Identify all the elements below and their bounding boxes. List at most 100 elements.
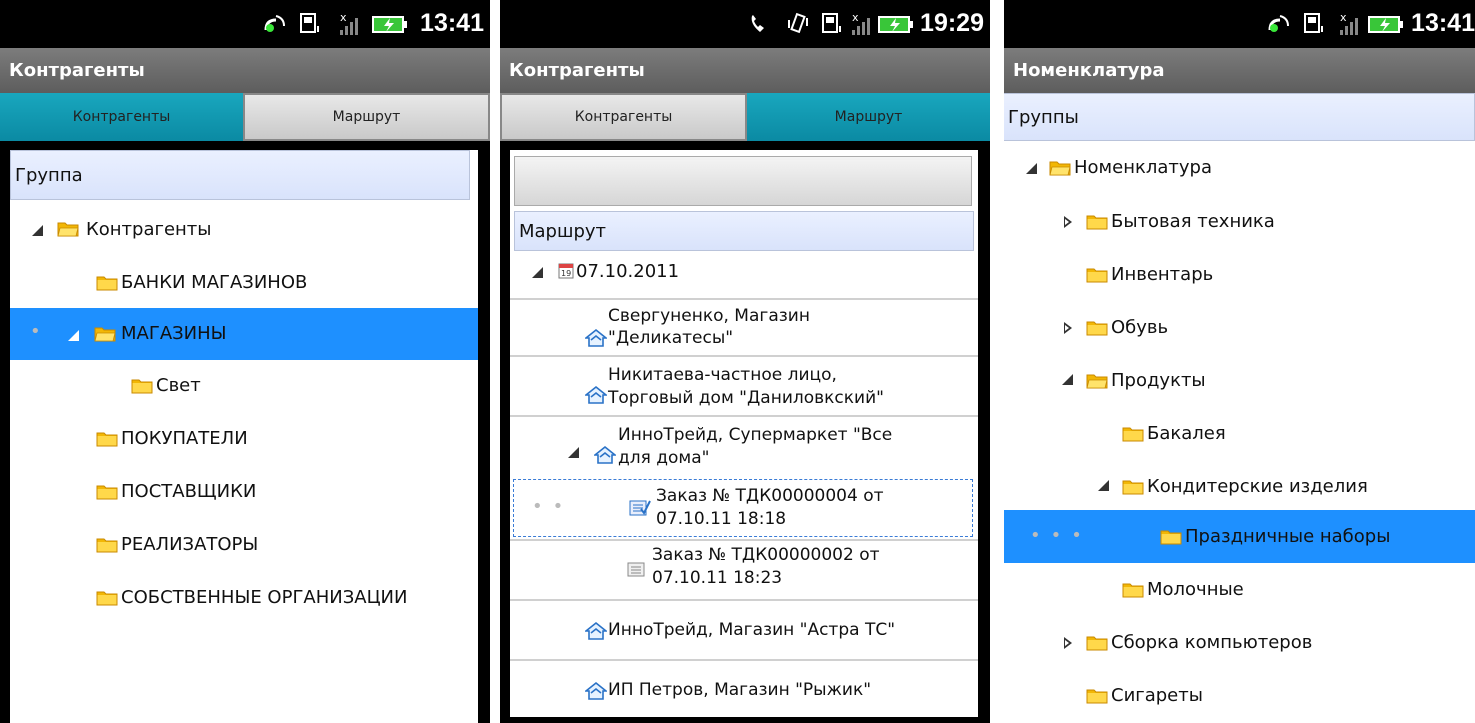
expanded-arrow-icon[interactable] <box>568 447 579 458</box>
client-house-icon <box>585 621 607 641</box>
folder-icon <box>96 274 118 291</box>
order-line1: Заказ № ТДК00000002 от <box>652 545 880 565</box>
expanded-arrow-icon[interactable] <box>532 267 543 278</box>
folder-icon <box>96 430 118 447</box>
sd-card-icon <box>1304 12 1324 40</box>
tree-item-label: Бакалея <box>1147 423 1226 444</box>
route-item-line1: Никитаева-частное лицо, <box>608 365 837 385</box>
tree-item-label: Сигареты <box>1111 685 1203 706</box>
route-item-line1: Свергуненко, Магазин <box>608 306 810 326</box>
tree-item[interactable]: Инвентарь <box>1004 248 1475 301</box>
route-item-line2: "Деликатесы" <box>608 328 734 348</box>
tree-item-label: ПОСТАВЩИКИ <box>121 481 257 502</box>
folder-open-icon <box>94 325 116 342</box>
route-item-line2: для дома" <box>618 448 710 468</box>
signal-icon: x <box>850 11 872 40</box>
route-item[interactable]: ИнноТрейд, Магазин "Астра ТС" <box>510 601 978 659</box>
signal-icon: x <box>1338 11 1360 40</box>
tree-item-label: Сборка компьютеров <box>1111 632 1313 653</box>
clock: 19:29 <box>920 9 984 37</box>
route-item-line2: Торговый дом "Даниловкский" <box>608 388 884 408</box>
tree-item-label: Праздничные наборы <box>1185 526 1391 547</box>
expanded-arrow-icon[interactable] <box>1098 480 1109 491</box>
tree-item[interactable]: БАНКИ МАГАЗИНОВ <box>10 257 478 309</box>
indent-dots: • <box>30 321 51 342</box>
svg-text:x: x <box>340 12 347 24</box>
wifi-phone-icon <box>262 12 288 40</box>
folder-icon <box>1122 478 1144 495</box>
folder-icon <box>1086 634 1108 651</box>
tree-item-root[interactable]: Номенклатура <box>1004 143 1475 195</box>
window-title: Контрагенты <box>500 48 990 93</box>
tree-item[interactable]: Сборка компьютеров <box>1004 616 1475 669</box>
tree-item[interactable]: Кондитерские изделия <box>1004 460 1475 513</box>
nomenclature-tree-panel: Группы Номенклатура Бытовая техника Инве… <box>1004 93 1475 723</box>
tree-item-label: БАНКИ МАГАЗИНОВ <box>121 272 308 293</box>
groups-header: Группы <box>1004 93 1475 141</box>
collapsed-arrow-icon[interactable] <box>1064 216 1072 228</box>
sd-card-icon <box>822 12 842 40</box>
route-item-line1: ИнноТрейд, Магазин "Астра ТС" <box>608 620 896 640</box>
order-line2: 07.10.11 18:18 <box>656 509 787 529</box>
tree-item[interactable]: Сигареты <box>1004 669 1475 722</box>
folder-open-icon <box>57 220 79 237</box>
expanded-arrow-icon[interactable] <box>1026 163 1037 174</box>
tree-item[interactable]: ПОКУПАТЕЛИ <box>10 413 478 465</box>
window-title: Номенклатура <box>1004 48 1475 93</box>
route-item[interactable]: ИП Петров, Магазин "Рыжик" <box>510 661 978 717</box>
status-bar: x 13:41 <box>1004 0 1475 48</box>
tab-counterparties[interactable]: Контрагенты <box>0 93 243 141</box>
collapsed-arrow-icon[interactable] <box>1064 322 1072 334</box>
screen-route: x 19:29 Контрагенты Контрагенты Маршрут … <box>500 0 990 723</box>
route-item[interactable]: Свергуненко, Магазин "Деликатесы" <box>510 300 978 355</box>
tree-item-selected[interactable]: • МАГАЗИНЫ <box>10 308 478 360</box>
expanded-arrow-icon[interactable] <box>1062 374 1073 385</box>
status-bar: x 19:29 <box>500 0 990 48</box>
expanded-arrow-icon[interactable] <box>32 225 43 236</box>
tree-item[interactable]: Свет <box>10 360 478 412</box>
route-item-line1: ИнноТрейд, Супермаркет "Все <box>618 425 893 445</box>
tab-route[interactable]: Маршрут <box>747 93 990 141</box>
route-item[interactable]: Никитаева-частное лицо, Торговый дом "Да… <box>510 357 978 415</box>
tab-counterparties[interactable]: Контрагенты <box>500 93 747 141</box>
order-checked-icon <box>629 498 651 522</box>
tree-item[interactable]: СОБСТВЕННЫЕ ОРГАНИЗАЦИИ <box>10 572 478 624</box>
route-panel: Маршрут 19 07.10.2011 Свергуненко, Магаз… <box>510 150 978 717</box>
folder-icon <box>1086 687 1108 704</box>
expanded-arrow-icon[interactable] <box>68 330 79 341</box>
tree-item[interactable]: Бытовая техника <box>1004 195 1475 248</box>
indent-dots: ••• <box>1030 525 1092 546</box>
tree-item-selected[interactable]: ••• Праздничные наборы <box>1004 510 1475 563</box>
status-bar: x 13:41 <box>0 0 490 48</box>
tree-item-label: СОБСТВЕННЫЕ ОРГАНИЗАЦИИ <box>121 587 408 608</box>
tree-item-label: ПОКУПАТЕЛИ <box>121 428 248 449</box>
tree-item-label: Инвентарь <box>1111 264 1214 285</box>
tree-item-label: Кондитерские изделия <box>1147 476 1368 497</box>
focused-order-row[interactable]: •• Заказ № ТДК00000004 от 07.10.11 18:18 <box>513 479 973 537</box>
route-item-expanded[interactable]: ИнноТрейд, Супермаркет "Все для дома" <box>510 417 978 475</box>
tree-item-label: РЕАЛИЗАТОРЫ <box>121 534 259 555</box>
battery-icon <box>372 12 408 40</box>
tab-route[interactable]: Маршрут <box>243 93 490 141</box>
folder-icon <box>131 377 153 394</box>
group-tree-panel: Группа Контрагенты БАНКИ МАГАЗИНОВ • МАГ… <box>10 150 478 723</box>
indent-dots: •• <box>532 496 574 517</box>
tree-item[interactable]: Продукты <box>1004 354 1475 407</box>
order-row[interactable]: Заказ № ТДК00000002 от 07.10.11 18:23 <box>510 541 978 599</box>
folder-icon <box>1086 213 1108 230</box>
calendar-icon: 19 <box>558 261 574 284</box>
tree-item[interactable]: Молочные <box>1004 563 1475 616</box>
route-date-row[interactable]: 19 07.10.2011 <box>510 251 978 299</box>
folder-open-icon <box>1086 372 1108 389</box>
route-filter-box[interactable] <box>514 156 972 206</box>
tree-item[interactable]: ПОСТАВЩИКИ <box>10 466 478 518</box>
tree-item[interactable]: Бакалея <box>1004 407 1475 460</box>
folder-icon <box>96 536 118 553</box>
clock: 13:41 <box>420 9 484 37</box>
route-date-label: 07.10.2011 <box>576 261 680 282</box>
tree-item[interactable]: РЕАЛИЗАТОРЫ <box>10 519 478 571</box>
tree-item[interactable]: Обувь <box>1004 301 1475 354</box>
collapsed-arrow-icon[interactable] <box>1064 637 1072 649</box>
battery-icon <box>1368 12 1404 40</box>
tree-item-root[interactable]: Контрагенты <box>10 205 478 257</box>
